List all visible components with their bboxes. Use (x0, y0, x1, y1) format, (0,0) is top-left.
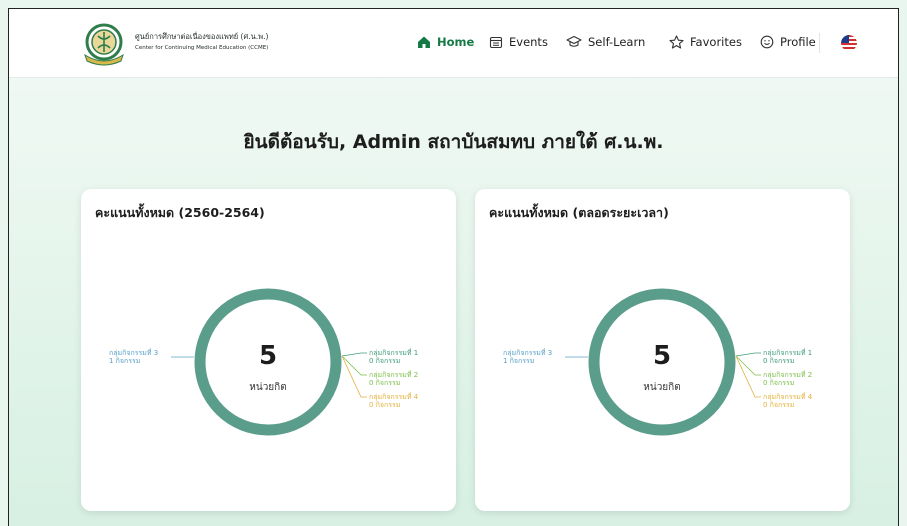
slice-label: กลุ่มกิจกรรมที่ 3 (109, 348, 158, 357)
app-frame: ศูนย์การศึกษาต่อเนื่องของแพทย์ (ศ.น.พ.) … (8, 8, 899, 526)
slice-label: กลุ่มกิจกรรมที่ 3 (503, 348, 552, 357)
top-navbar: ศูนย์การศึกษาต่อเนื่องของแพทย์ (ศ.น.พ.) … (9, 9, 898, 78)
ccme-logo[interactable] (81, 21, 127, 67)
slice-value: 1 กิจกรรม (503, 357, 534, 365)
slice-value: 0 กิจกรรม (763, 401, 794, 409)
slice-label: กลุ่มกิจกรรมที่ 4 (369, 392, 419, 401)
us-flag-icon[interactable] (841, 35, 857, 51)
score-card-all-time: คะแนนทั้งหมด (ตลอดระยะเวลา) 5 หน่วยกิต กลุ… (475, 189, 850, 511)
brand-name-thai: ศูนย์การศึกษาต่อเนื่องของแพทย์ (ศ.น.พ.) (135, 32, 269, 41)
main-nav: Home Events Self-Learn Favorites Profile (417, 9, 898, 77)
slice-value: 0 กิจกรรม (369, 379, 400, 387)
smile-icon (760, 35, 774, 49)
donut-chart: 5หน่วยกิตกลุ่มกิจกรรมที่ 31 กิจกรรมกลุ่ม… (503, 288, 813, 436)
slice-leader-line (735, 355, 761, 398)
donut-total-value: 5 (653, 341, 671, 371)
slice-leader-line (735, 352, 761, 357)
nav-self-learn-label: Self-Learn (588, 35, 646, 49)
slice-leader-line (341, 355, 367, 398)
slice-value: 0 กิจกรรม (369, 357, 400, 365)
nav-profile-label: Profile (780, 35, 816, 49)
nav-home-label: Home (437, 35, 475, 49)
nav-favorites[interactable]: Favorites (669, 35, 742, 49)
brand-name-english: Center for Continuing Medical Education … (135, 45, 269, 51)
slice-value: 0 กิจกรรม (369, 401, 400, 409)
nav-divider (819, 33, 820, 53)
slice-leader-line (341, 352, 367, 357)
nav-events-label: Events (509, 35, 548, 49)
slice-leader-line (341, 355, 367, 376)
slice-leader-line (735, 355, 761, 376)
calendar-icon (489, 36, 503, 49)
slice-value: 0 กิจกรรม (763, 379, 794, 387)
home-icon (418, 36, 430, 48)
slice-label: กลุ่มกิจกรรมที่ 2 (763, 370, 812, 379)
slice-value: 1 กิจกรรม (109, 357, 140, 365)
donut-total-unit: หน่วยกิต (643, 382, 680, 393)
nav-favorites-label: Favorites (690, 35, 742, 49)
donut-chart: 5หน่วยกิตกลุ่มกิจกรรมที่ 31 กิจกรรมกลุ่ม… (109, 288, 419, 436)
nav-profile[interactable]: Profile (760, 35, 816, 49)
graduation-cap-icon (566, 35, 582, 47)
welcome-heading: ยินดีต้อนรับ, Admin สถาบันสมทบ ภายใต้ ศ.… (243, 131, 664, 153)
nav-self-learn[interactable]: Self-Learn (566, 35, 645, 49)
slice-value: 0 กิจกรรม (763, 357, 794, 365)
slice-label: กลุ่มกิจกรรมที่ 1 (369, 348, 418, 357)
donut-total-value: 5 (259, 341, 277, 371)
score-card-2560-2564: คะแนนทั้งหมด (2560-2564) 5 หน่วยกิต กลุ่มก… (81, 189, 456, 511)
slice-label: กลุ่มกิจกรรมที่ 4 (763, 392, 813, 401)
slice-label: กลุ่มกิจกรรมที่ 1 (763, 348, 812, 357)
star-icon (669, 35, 684, 49)
donut-total-unit: หน่วยกิต (249, 382, 286, 393)
nav-events[interactable]: Events (489, 35, 548, 49)
nav-home[interactable]: Home (417, 35, 474, 49)
slice-label: กลุ่มกิจกรรมที่ 2 (369, 370, 418, 379)
